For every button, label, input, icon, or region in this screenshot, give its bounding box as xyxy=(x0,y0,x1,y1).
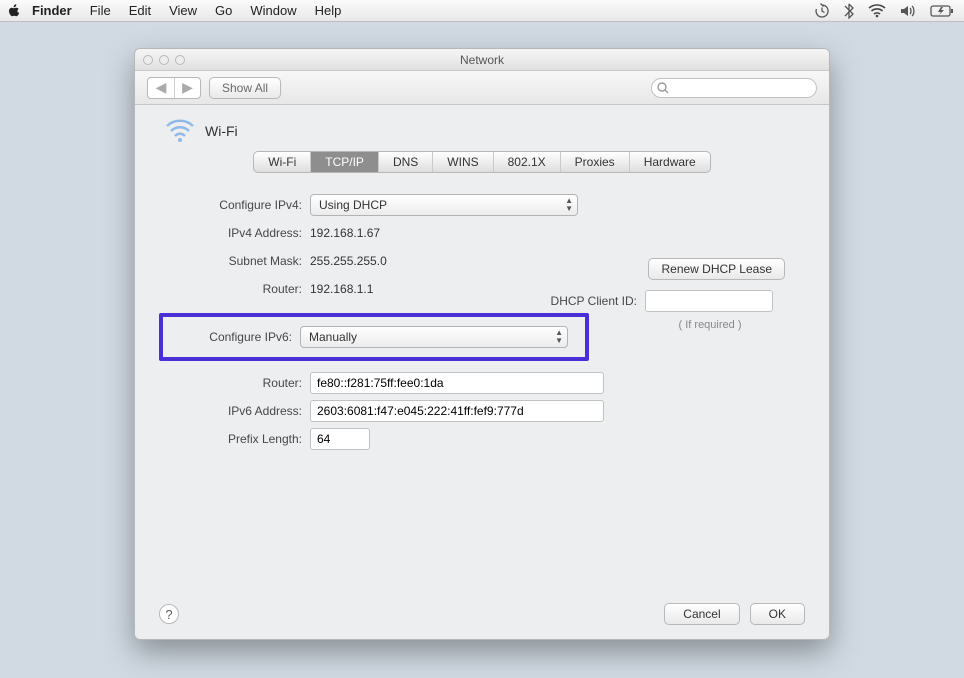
configure-ipv4-value: Using DHCP xyxy=(319,198,387,212)
section-title: Wi-Fi xyxy=(205,123,238,139)
volume-icon[interactable] xyxy=(900,4,916,18)
menu-go[interactable]: Go xyxy=(215,3,232,18)
menu-window[interactable]: Window xyxy=(250,3,296,18)
toolbar: ◀ ▶ Show All xyxy=(135,71,829,105)
time-machine-icon[interactable] xyxy=(814,3,830,19)
label-ipv6-router: Router: xyxy=(163,376,310,390)
apple-icon[interactable] xyxy=(8,4,22,18)
close-icon[interactable] xyxy=(143,55,153,65)
menu-view[interactable]: View xyxy=(169,3,197,18)
search-field-wrap xyxy=(651,78,817,98)
configure-ipv6-value: Manually xyxy=(309,330,357,344)
zoom-icon[interactable] xyxy=(175,55,185,65)
tab-wins[interactable]: WINS xyxy=(433,152,493,172)
prefix-length-input[interactable] xyxy=(310,428,370,450)
renew-dhcp-lease-button[interactable]: Renew DHCP Lease xyxy=(648,258,785,280)
configure-ipv6-highlight: Configure IPv6: Manually ▲▼ xyxy=(159,313,589,361)
ipv6-router-input[interactable] xyxy=(310,372,604,394)
bluetooth-icon[interactable] xyxy=(844,3,854,19)
os-menu-bar: Finder File Edit View Go Window Help xyxy=(0,0,964,22)
ipv6-address-input[interactable] xyxy=(310,400,604,422)
label-prefix-length: Prefix Length: xyxy=(163,432,310,446)
wifi-status-icon[interactable] xyxy=(868,4,886,18)
menu-help[interactable]: Help xyxy=(315,3,342,18)
label-dhcp-client-id: DHCP Client ID: xyxy=(545,294,645,308)
label-subnet-mask: Subnet Mask: xyxy=(163,254,310,268)
nav-back-forward[interactable]: ◀ ▶ xyxy=(147,77,201,99)
forward-icon[interactable]: ▶ xyxy=(174,78,200,98)
search-input[interactable] xyxy=(651,78,817,98)
window-title: Network xyxy=(135,53,829,67)
help-button[interactable]: ? xyxy=(159,604,179,624)
cancel-button[interactable]: Cancel xyxy=(664,603,739,625)
tab-8021x[interactable]: 802.1X xyxy=(494,152,561,172)
chevron-up-down-icon: ▲▼ xyxy=(565,197,573,213)
network-preferences-window: Network ◀ ▶ Show All Wi-Fi Wi-Fi TCP/IP … xyxy=(134,48,830,640)
tab-dns[interactable]: DNS xyxy=(379,152,433,172)
search-icon xyxy=(657,81,669,99)
wifi-icon xyxy=(165,119,195,143)
show-all-button[interactable]: Show All xyxy=(209,77,281,99)
configure-ipv6-dropdown[interactable]: Manually ▲▼ xyxy=(300,326,568,348)
menu-app-name[interactable]: Finder xyxy=(32,3,72,18)
battery-icon[interactable] xyxy=(930,5,954,17)
label-configure-ipv6: Configure IPv6: xyxy=(169,330,300,344)
tcpip-pane: Wi-Fi Wi-Fi TCP/IP DNS WINS 802.1X Proxi… xyxy=(135,105,829,639)
dhcp-client-id-input[interactable] xyxy=(645,290,773,312)
label-ipv6-address: IPv6 Address: xyxy=(163,404,310,418)
tab-tcpip[interactable]: TCP/IP xyxy=(311,152,379,172)
tab-hardware[interactable]: Hardware xyxy=(630,152,710,172)
tab-strip: Wi-Fi TCP/IP DNS WINS 802.1X Proxies Har… xyxy=(163,151,801,173)
tab-proxies[interactable]: Proxies xyxy=(561,152,630,172)
back-icon[interactable]: ◀ xyxy=(148,78,174,98)
minimize-icon[interactable] xyxy=(159,55,169,65)
menu-edit[interactable]: Edit xyxy=(129,3,151,18)
configure-ipv4-dropdown[interactable]: Using DHCP ▲▼ xyxy=(310,194,578,216)
label-configure-ipv4: Configure IPv4: xyxy=(163,198,310,212)
ipv4-address-value: 192.168.1.67 xyxy=(310,226,380,240)
chevron-up-down-icon: ▲▼ xyxy=(555,329,563,345)
label-ipv4-address: IPv4 Address: xyxy=(163,226,310,240)
tab-wifi[interactable]: Wi-Fi xyxy=(254,152,311,172)
menu-file[interactable]: File xyxy=(90,3,111,18)
window-titlebar: Network xyxy=(135,49,829,71)
label-ipv4-router: Router: xyxy=(163,282,310,296)
ipv4-router-value: 192.168.1.1 xyxy=(310,282,373,296)
ok-button[interactable]: OK xyxy=(750,603,805,625)
if-required-note: ( If required ) xyxy=(635,319,785,331)
subnet-mask-value: 255.255.255.0 xyxy=(310,254,387,268)
